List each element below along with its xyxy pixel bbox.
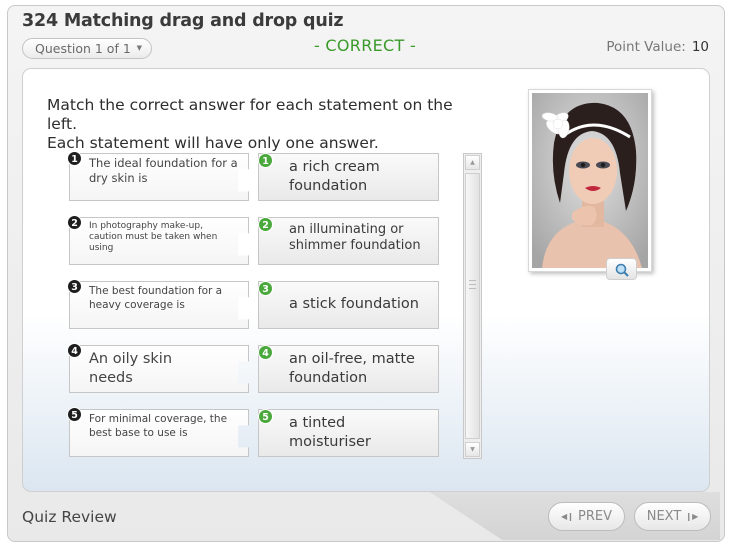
- statement-number-badge: 2: [67, 215, 82, 230]
- prev-button-label: PREV: [578, 509, 612, 524]
- statement-number-badge: 4: [67, 343, 82, 358]
- answer-text: a rich cream foundation: [289, 159, 380, 194]
- match-pair: The ideal foundation for a dry skin is 1…: [67, 151, 441, 201]
- instructions-line-2: Each statement will have only one answer…: [47, 134, 379, 152]
- zoom-image-button[interactable]: [606, 258, 637, 280]
- next-button-label: NEXT: [646, 509, 682, 524]
- answer-number-badge: 3: [258, 281, 273, 296]
- model-photo: [532, 93, 648, 268]
- scroll-down-arrow-icon[interactable]: ▼: [465, 442, 480, 457]
- statement-box: An oily skin needs: [69, 345, 249, 393]
- point-value: Point Value: 10: [606, 39, 709, 55]
- prev-arrow-icon: ◀❙: [561, 512, 574, 521]
- answer-tile[interactable]: 4 an oil-free, matte foundation: [258, 345, 439, 393]
- portrait-illustration: [532, 93, 648, 268]
- statement-text: The best foundation for a heavy coverage…: [89, 285, 223, 311]
- answer-tile[interactable]: 1 a rich cream foundation: [258, 153, 439, 201]
- statement-box: The best foundation for a heavy coverage…: [69, 281, 249, 329]
- prev-button[interactable]: ◀❙ PREV: [548, 502, 625, 531]
- answer-tile[interactable]: 3 a stick foundation: [258, 281, 439, 329]
- statement-number-badge: 3: [67, 279, 82, 294]
- instructions: Match the correct answer for each statem…: [47, 96, 487, 153]
- quiz-review-label: Quiz Review: [22, 508, 117, 526]
- statement-text: For minimal coverage, the best base to u…: [89, 413, 228, 439]
- statement-number-badge: 1: [67, 151, 82, 166]
- result-status: - CORRECT -: [313, 36, 417, 55]
- statement-number-badge: 5: [67, 407, 82, 422]
- next-button[interactable]: NEXT ❙▶: [634, 502, 711, 531]
- answer-number-badge: 5: [258, 409, 273, 424]
- answer-number-badge: 4: [258, 345, 273, 360]
- answer-text: an illuminating or shimmer foundation: [289, 222, 421, 253]
- statement-text: The ideal foundation for a dry skin is: [89, 156, 238, 185]
- magnifier-icon: [615, 263, 629, 277]
- question-selector[interactable]: Question 1 of 1 ▼: [22, 38, 152, 59]
- statement-text: An oily skin needs: [89, 351, 173, 386]
- question-image[interactable]: [528, 89, 652, 272]
- question-selector-label: Question 1 of 1: [35, 41, 131, 56]
- answer-tile[interactable]: 2 an illuminating or shimmer foundation: [258, 217, 439, 265]
- answer-number-badge: 2: [258, 217, 273, 232]
- instructions-line-1: Match the correct answer for each statem…: [47, 96, 453, 133]
- quiz-title: 324 Matching drag and drop quiz: [22, 11, 344, 31]
- answer-text: a tinted moisturiser: [289, 415, 371, 450]
- match-pair: In photography make-up, caution must be …: [67, 215, 441, 265]
- match-pair: For minimal coverage, the best base to u…: [67, 407, 441, 457]
- chevron-down-icon: ▼: [136, 44, 142, 52]
- statement-text: In photography make-up, caution must be …: [89, 221, 218, 253]
- question-panel: Match the correct answer for each statem…: [22, 68, 710, 492]
- match-pair: An oily skin needs 4 4 an oil-free, matt…: [67, 343, 441, 393]
- point-value-label: Point Value:: [606, 39, 686, 55]
- point-value-number: 10: [691, 39, 709, 55]
- answer-text: an oil-free, matte foundation: [289, 351, 415, 386]
- grip-line: [469, 288, 476, 289]
- answer-tile[interactable]: 5 a tinted moisturiser: [258, 409, 439, 457]
- statement-box: For minimal coverage, the best base to u…: [69, 409, 249, 457]
- match-pair: The best foundation for a heavy coverage…: [67, 279, 441, 329]
- vertical-scrollbar[interactable]: ▲ ▼: [463, 153, 482, 459]
- scroll-up-arrow-icon[interactable]: ▲: [465, 155, 480, 170]
- statement-box: In photography make-up, caution must be …: [69, 217, 249, 265]
- scrollbar-thumb[interactable]: [465, 173, 480, 439]
- next-arrow-icon: ❙▶: [685, 512, 699, 521]
- answer-text: a stick foundation: [289, 296, 419, 312]
- statement-box: The ideal foundation for a dry skin is: [69, 153, 249, 201]
- grip-line: [469, 280, 476, 281]
- answer-number-badge: 1: [258, 153, 273, 168]
- grip-line: [469, 284, 476, 285]
